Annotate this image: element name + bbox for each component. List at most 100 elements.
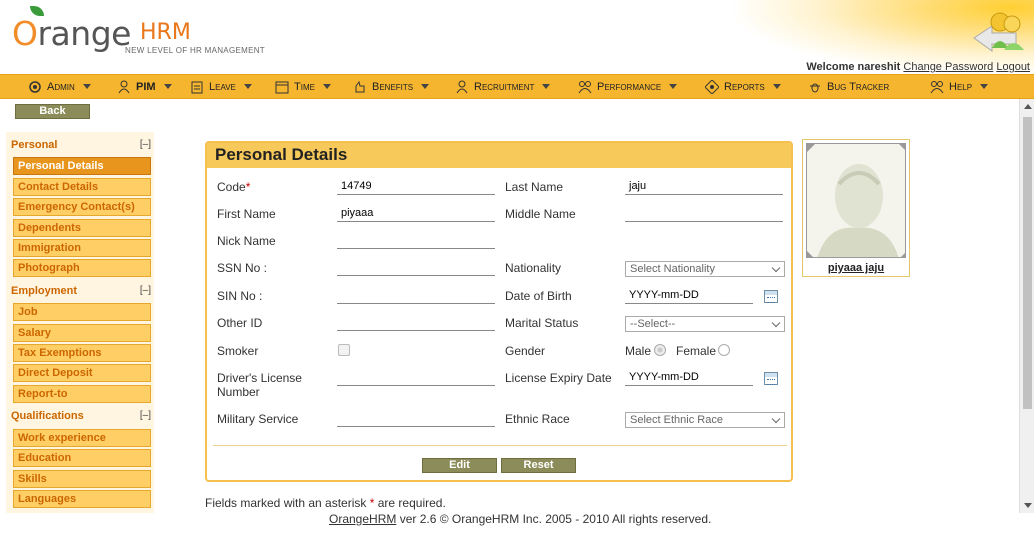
time-calendar-icon	[275, 81, 289, 93]
chevron-down-icon	[163, 84, 172, 89]
recruitment-person-icon	[456, 80, 468, 93]
menu-benefits[interactable]: Benefits	[353, 75, 430, 98]
smoker-checkbox[interactable]	[338, 344, 350, 356]
other-id-field[interactable]	[337, 315, 495, 331]
gender-male-label: Male	[625, 344, 652, 358]
chevron-down-icon	[980, 84, 989, 89]
license-number-label: Driver's License Number	[217, 371, 302, 399]
collapse-toggle[interactable]: [–]	[140, 285, 151, 296]
nick-name-field[interactable]	[337, 233, 495, 249]
gender-label: Gender	[505, 344, 546, 358]
menu-performance[interactable]: Performance	[578, 75, 678, 98]
menu-recruitment[interactable]: Recruitment	[455, 75, 551, 98]
nav-section-title: Employment	[11, 285, 78, 297]
menu-leave[interactable]: Leave	[190, 75, 252, 98]
nav-item-contact-details[interactable]: Contact Details	[13, 178, 151, 196]
scroll-up-icon[interactable]	[1024, 104, 1032, 109]
first-name-label: First Name	[217, 207, 276, 221]
logo-wordmark: Orange	[12, 14, 131, 53]
nationality-select[interactable]: Select Nationality	[625, 261, 785, 277]
admin-gear-icon	[29, 80, 41, 93]
back-button[interactable]: Back	[15, 104, 90, 119]
last-name-field[interactable]: jaju	[625, 179, 783, 195]
nav-section-title: Qualifications	[11, 410, 84, 422]
chevron-down-icon	[771, 414, 781, 424]
marital-status-select[interactable]: --Select--	[625, 316, 785, 332]
marital-status-label: Marital Status	[505, 316, 579, 330]
menu-pim[interactable]: PIM	[117, 75, 172, 98]
menu-recruitment-label: Recruitment	[474, 80, 535, 93]
ssn-label: SSN No :	[217, 261, 268, 275]
menu-bug-tracker[interactable]: Bug Tracker	[808, 75, 889, 98]
nav-item-languages[interactable]: Languages	[13, 490, 151, 508]
scrollbar-thumb[interactable]	[1023, 117, 1032, 409]
nick-name-label: Nick Name	[217, 234, 276, 248]
scroll-down-icon[interactable]	[1024, 503, 1032, 508]
menu-admin[interactable]: Admin	[28, 75, 91, 98]
license-expiry-calendar-icon[interactable]	[764, 372, 778, 385]
orangehrm-logo[interactable]: Orange HRM NEW LEVEL OF HR MANAGEMENT	[12, 6, 282, 62]
change-password-link[interactable]: Change Password	[903, 61, 993, 73]
collapse-toggle[interactable]: [–]	[140, 139, 151, 150]
reset-button[interactable]: Reset	[501, 458, 576, 473]
menu-reports[interactable]: Reports	[705, 75, 781, 98]
nav-item-dependents[interactable]: Dependents	[13, 219, 151, 237]
gender-female-radio[interactable]	[718, 344, 730, 356]
menu-benefits-label: Benefits	[372, 80, 414, 93]
main-menu: Admin PIM Leave Time Benefits Recruitmen…	[0, 74, 1034, 99]
reports-gear-icon	[705, 79, 719, 94]
nav-item-job[interactable]: Job	[13, 303, 151, 321]
employee-name-link[interactable]: piyaaa jaju	[803, 262, 909, 274]
nav-item-salary[interactable]: Salary	[13, 324, 151, 342]
required-asterisk: *	[245, 180, 251, 194]
edit-button[interactable]: Edit	[422, 458, 497, 473]
code-field[interactable]: 14749	[337, 179, 495, 195]
first-name-field[interactable]: piyaaa	[337, 206, 495, 222]
middle-name-label: Middle Name	[505, 207, 576, 221]
employee-photo[interactable]	[806, 143, 906, 258]
license-expiry-label: License Expiry Date	[505, 371, 612, 385]
vertical-scrollbar[interactable]	[1019, 99, 1034, 513]
panel-header: Personal Details	[207, 143, 791, 168]
logo-hrm: HRM	[140, 20, 191, 45]
nav-item-photograph[interactable]: Photograph	[13, 259, 151, 277]
nav-item-tax-exemptions[interactable]: Tax Exemptions	[13, 344, 151, 362]
last-name-label: Last Name	[505, 180, 564, 194]
nav-item-direct-deposit[interactable]: Direct Deposit	[13, 364, 151, 382]
logo-tagline: NEW LEVEL OF HR MANAGEMENT	[125, 46, 265, 55]
menu-admin-label: Admin	[47, 80, 75, 93]
nav-item-work-experience[interactable]: Work experience	[13, 429, 151, 447]
menu-performance-label: Performance	[597, 80, 662, 93]
employee-photo-box: piyaaa jaju	[802, 139, 910, 277]
sin-field[interactable]	[337, 288, 495, 304]
chevron-down-icon	[772, 84, 781, 89]
logout-link[interactable]: Logout	[996, 61, 1030, 73]
bug-icon	[810, 83, 820, 92]
nav-section-employment: Employment [–]	[11, 285, 151, 301]
collapse-toggle[interactable]: [–]	[140, 410, 151, 421]
menu-leave-label: Leave	[209, 80, 236, 93]
ssn-field[interactable]	[337, 260, 495, 276]
ethnic-race-select[interactable]: Select Ethnic Race	[625, 412, 785, 428]
middle-name-field[interactable]	[625, 206, 783, 222]
menu-help[interactable]: Help	[930, 75, 989, 98]
dob-field[interactable]: YYYY-mm-DD	[625, 288, 753, 304]
nav-item-emergency-contacts[interactable]: Emergency Contact(s)	[13, 198, 151, 216]
nav-item-immigration[interactable]: Immigration	[13, 239, 151, 257]
people-arrows-icon	[973, 12, 1024, 52]
dob-calendar-icon[interactable]	[764, 290, 778, 303]
gender-male-radio[interactable]	[654, 344, 666, 356]
menu-time[interactable]: Time	[275, 75, 331, 98]
nav-item-personal-details[interactable]: Personal Details	[13, 157, 151, 175]
nav-item-skills[interactable]: Skills	[13, 470, 151, 488]
license-number-field[interactable]	[337, 370, 495, 386]
welcome-bar: Welcome nareshit Change Password Logout	[800, 61, 1030, 73]
orangehrm-link[interactable]: OrangeHRM	[329, 512, 396, 526]
nav-item-report-to[interactable]: Report-to	[13, 385, 151, 403]
license-expiry-field[interactable]: YYYY-mm-DD	[625, 370, 753, 386]
nav-item-education[interactable]: Education	[13, 449, 151, 467]
personal-details-panel: Personal Details Code* 14749 Last Name j…	[205, 141, 793, 482]
military-service-field[interactable]	[337, 411, 495, 427]
page: Orange HRM NEW LEVEL OF HR MANAGEMENT We…	[0, 0, 1034, 553]
chevron-down-icon	[421, 84, 430, 89]
